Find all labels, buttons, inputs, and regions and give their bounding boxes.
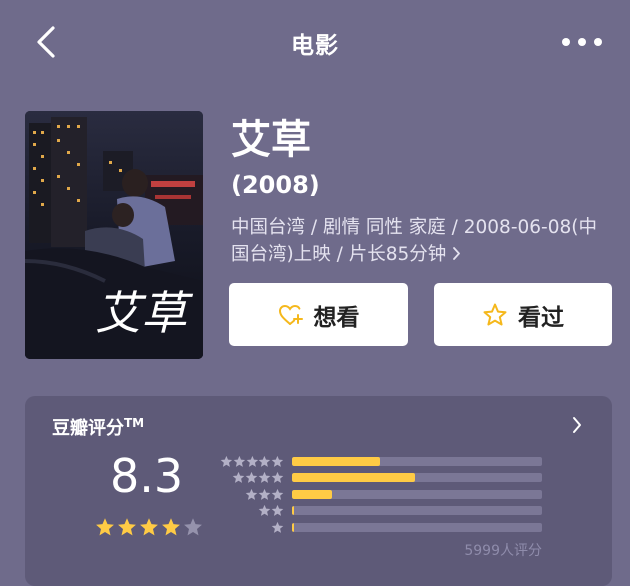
movie-year: (2008) xyxy=(231,171,320,199)
movie-poster[interactable]: 艾草 xyxy=(25,111,203,359)
douban-rating-card[interactable]: 豆瓣评分TM 8.3 5999人评分 xyxy=(25,396,612,586)
star-filled-icon xyxy=(96,518,114,536)
small-star-icon xyxy=(232,471,245,483)
small-star-icon xyxy=(258,471,271,483)
rating-score: 8.3 xyxy=(110,449,184,503)
trademark: TM xyxy=(124,416,145,430)
watched-button[interactable]: 看过 xyxy=(434,283,612,346)
rating-row-4-star xyxy=(220,471,542,485)
star-outline-icon xyxy=(483,303,507,325)
rating-row-2-star xyxy=(220,504,542,518)
star-filled-icon xyxy=(140,518,158,536)
movie-meta[interactable]: 中国台湾 / 剧情 同性 家庭 / 2008-06-08(中国台湾)上映 / 片… xyxy=(231,214,606,268)
small-star-icon xyxy=(246,455,258,467)
page-title: 电影 xyxy=(291,33,339,59)
small-star-icon xyxy=(271,504,284,516)
rating-row-stars xyxy=(220,504,284,517)
chevron-right-icon xyxy=(453,247,461,260)
small-star-icon xyxy=(258,488,271,500)
small-star-icon xyxy=(245,488,258,500)
want-to-watch-button[interactable]: 想看 xyxy=(229,283,408,346)
small-star-icon xyxy=(258,504,271,516)
rating-bar-fill xyxy=(292,489,332,499)
movie-title: 艾草 xyxy=(231,117,311,163)
rating-bar-fill xyxy=(292,473,415,482)
rating-row-stars xyxy=(220,488,284,501)
rating-bar-fill xyxy=(292,456,380,466)
rating-bar-track xyxy=(292,456,542,466)
rating-row-5-star xyxy=(220,454,542,468)
want-to-watch-label: 想看 xyxy=(313,304,360,331)
rating-bar-fill xyxy=(292,522,294,532)
poster-image: 艾草 xyxy=(25,111,203,359)
movie-meta-text: 中国台湾 / 剧情 同性 家庭 / 2008-06-08(中国台湾)上映 / 片… xyxy=(231,217,597,265)
small-star-icon xyxy=(271,488,284,500)
heart-plus-icon xyxy=(278,304,303,325)
small-star-icon xyxy=(271,521,284,533)
more-button[interactable] xyxy=(560,30,604,54)
vote-count[interactable]: 5999人评分 xyxy=(464,540,542,560)
rating-row-1-star xyxy=(220,520,542,534)
rating-row-stars xyxy=(220,455,284,468)
more-dots-icon xyxy=(562,38,602,46)
rating-bar-fill xyxy=(292,506,294,515)
small-star-icon xyxy=(271,455,284,467)
star-filled-icon xyxy=(118,518,136,536)
rating-bar-track xyxy=(292,473,542,482)
small-star-icon xyxy=(271,471,284,483)
rating-stars xyxy=(95,517,203,537)
small-star-icon xyxy=(233,455,245,467)
chevron-right-icon[interactable] xyxy=(572,416,582,434)
star-filled-icon xyxy=(162,518,180,536)
rating-title-text: 豆瓣评分 xyxy=(52,418,124,439)
small-star-icon xyxy=(259,455,271,467)
rating-title: 豆瓣评分TM xyxy=(52,414,144,440)
rating-row-stars xyxy=(220,471,284,484)
rating-bar-track xyxy=(292,522,542,532)
top-bar: 电影 xyxy=(0,0,630,84)
rating-row-3-star xyxy=(220,487,542,501)
poster-calligraphy: 艾草 xyxy=(95,286,194,340)
small-star-icon xyxy=(245,471,258,483)
rating-row-stars xyxy=(220,521,284,534)
rating-bar-track xyxy=(292,489,542,499)
small-star-icon xyxy=(220,455,233,467)
star-empty-icon xyxy=(184,518,202,536)
rating-bar-track xyxy=(292,506,542,515)
watched-label: 看过 xyxy=(518,304,564,331)
